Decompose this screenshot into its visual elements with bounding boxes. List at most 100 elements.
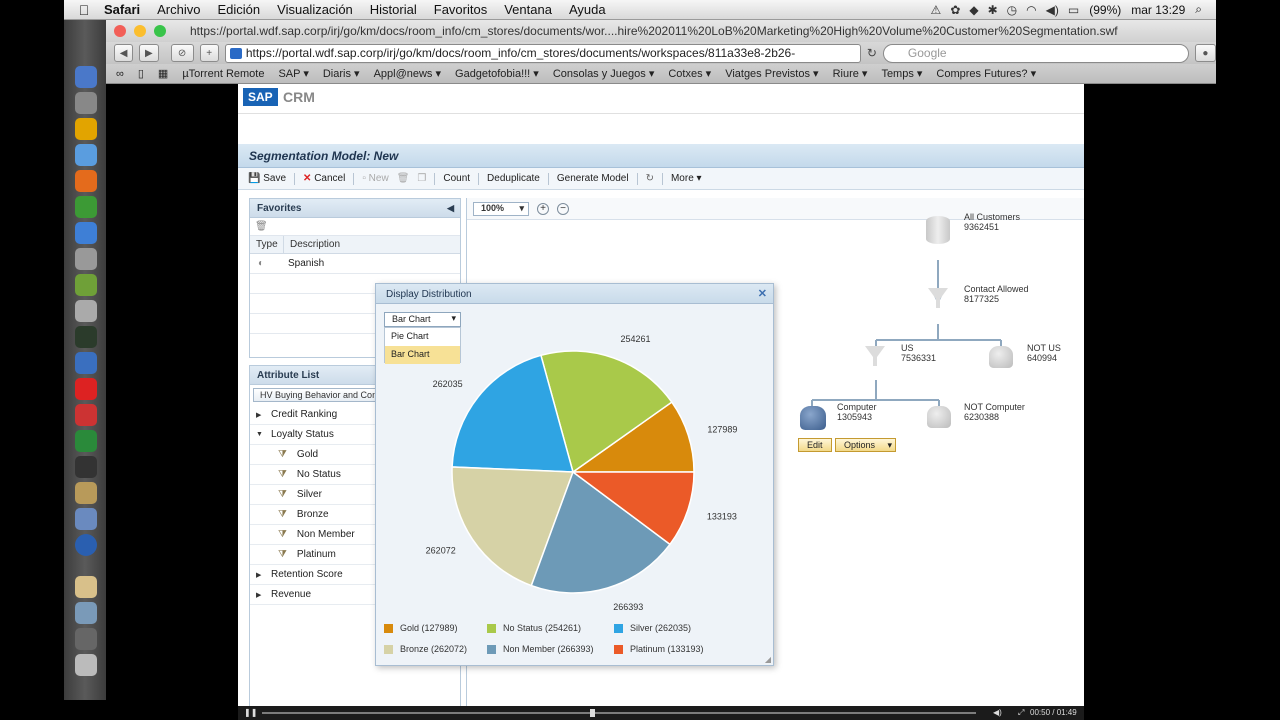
finder-dock-icon[interactable] bbox=[75, 66, 97, 88]
volume-icon[interactable]: ◀) bbox=[993, 708, 1002, 717]
people-icon[interactable] bbox=[989, 346, 1013, 368]
apple-menu-icon[interactable]:  bbox=[64, 2, 104, 18]
count-button[interactable]: Count bbox=[443, 173, 470, 184]
minimize-window-button[interactable] bbox=[134, 25, 146, 37]
bookmark-applenews[interactable]: Appl@news ▾ bbox=[374, 67, 441, 80]
video-progress-knob[interactable] bbox=[590, 709, 596, 717]
database-icon[interactable] bbox=[926, 216, 950, 244]
node-us[interactable]: US 7536331 bbox=[901, 343, 936, 363]
zoom-in-icon[interactable]: + bbox=[537, 202, 549, 215]
zoom-select[interactable]: 100% bbox=[473, 201, 529, 216]
trash-icon[interactable] bbox=[75, 654, 97, 676]
menu-clock[interactable]: mar 13:29 bbox=[1131, 3, 1185, 17]
preview-dock-icon[interactable] bbox=[75, 508, 97, 530]
deduplicate-button[interactable]: Deduplicate bbox=[487, 173, 540, 184]
edit-button[interactable]: Edit bbox=[798, 438, 832, 452]
volume-icon[interactable]: ◀) bbox=[1046, 3, 1059, 17]
menu-app-safari[interactable]: Safari bbox=[104, 2, 140, 17]
warning-icon[interactable]: ⚠ bbox=[931, 3, 942, 17]
add-bookmark-button[interactable]: + bbox=[199, 44, 219, 62]
node-all-customers[interactable]: All Customers 9362451 bbox=[964, 212, 1020, 232]
play-pause-button[interactable]: ❚❚ bbox=[244, 708, 257, 717]
address-bar[interactable]: https://portal.wdf.sap.corp/irj/go/km/do… bbox=[224, 43, 861, 63]
launchpad-dock-icon[interactable] bbox=[75, 92, 97, 114]
save-button[interactable]: 💾 Save bbox=[248, 173, 286, 184]
resize-grip-icon[interactable]: ◢ bbox=[765, 655, 771, 664]
paw-icon[interactable]: ✿ bbox=[950, 3, 960, 17]
menu-historial[interactable]: Historial bbox=[370, 2, 417, 17]
top-sites-icon[interactable]: ▦ bbox=[158, 67, 168, 80]
search-field[interactable]: Google bbox=[882, 43, 1189, 63]
new-button[interactable]: ▫ New bbox=[362, 173, 388, 184]
col-type[interactable]: Type bbox=[250, 236, 284, 253]
people-icon-selected[interactable] bbox=[800, 406, 826, 430]
snapback-icon[interactable]: ⊘ bbox=[170, 44, 194, 62]
video-progress-track[interactable] bbox=[262, 712, 976, 714]
node-contact-allowed[interactable]: Contact Allowed 8177325 bbox=[964, 284, 1029, 304]
options-button[interactable]: Options ▾ bbox=[835, 438, 897, 452]
menu-archivo[interactable]: Archivo bbox=[157, 2, 200, 17]
disk-utility-dock-icon[interactable] bbox=[75, 300, 97, 322]
network-dock-icon[interactable] bbox=[75, 534, 97, 556]
legend-bronze[interactable]: Bronze (262072) bbox=[384, 644, 467, 654]
node-not-us[interactable]: NOT US 640994 bbox=[1027, 343, 1061, 363]
reading-list-icon[interactable]: ∞ bbox=[116, 68, 124, 80]
keychain-dock-icon[interactable] bbox=[75, 482, 97, 504]
legend-gold[interactable]: Gold (127989) bbox=[384, 623, 458, 633]
close-window-button[interactable] bbox=[114, 25, 126, 37]
bookmark-utorrent[interactable]: µTorrent Remote bbox=[182, 68, 264, 80]
bookmark-viatges[interactable]: Viatges Previstos ▾ bbox=[725, 67, 818, 80]
node-computer[interactable]: Computer 1305943 bbox=[837, 402, 877, 422]
documents-stack-icon[interactable] bbox=[75, 576, 97, 598]
applications-stack-icon[interactable] bbox=[75, 628, 97, 650]
col-description[interactable]: Description bbox=[284, 236, 346, 253]
legend-non-member[interactable]: Non Member (266393) bbox=[487, 644, 594, 654]
zoom-out-icon[interactable]: − bbox=[557, 202, 569, 215]
cancel-button[interactable]: ✕ Cancel bbox=[303, 173, 345, 184]
bookmark-cotxes[interactable]: Cotxes ▾ bbox=[668, 67, 711, 80]
zoom-window-button[interactable] bbox=[154, 25, 166, 37]
dvd-player-dock-icon[interactable] bbox=[75, 456, 97, 478]
bookmark-gadgetofobia[interactable]: Gadgetofobia!!! ▾ bbox=[455, 67, 539, 80]
menu-favoritos[interactable]: Favoritos bbox=[434, 2, 487, 17]
menu-visualizacion[interactable]: Visualización bbox=[277, 2, 353, 17]
bookmark-riure[interactable]: Riure ▾ bbox=[833, 67, 868, 80]
bluetooth-icon[interactable]: ✱ bbox=[988, 3, 998, 17]
node-not-computer[interactable]: NOT Computer 6230388 bbox=[964, 402, 1025, 422]
table-row[interactable]: ◐ Spanish bbox=[250, 254, 460, 274]
back-button[interactable]: ◀ bbox=[114, 44, 134, 62]
refresh-icon[interactable]: ↻ bbox=[646, 173, 654, 184]
menu-ayuda[interactable]: Ayuda bbox=[569, 2, 606, 17]
excel-dock-icon[interactable] bbox=[75, 430, 97, 452]
wifi-icon[interactable]: ◠ bbox=[1026, 3, 1036, 17]
spotlight-search-icon[interactable]: ⌕ bbox=[1195, 2, 1202, 17]
system-prefs-dock-icon[interactable] bbox=[75, 248, 97, 270]
collapse-left-icon[interactable]: ◀ bbox=[447, 203, 454, 214]
bookmark-consolas[interactable]: Consolas y Juegos ▾ bbox=[553, 67, 655, 80]
close-icon[interactable]: ✕ bbox=[758, 287, 767, 300]
calendar-dock-icon[interactable] bbox=[75, 352, 97, 374]
trash-icon[interactable]: 🗑 bbox=[255, 221, 268, 232]
legend-silver[interactable]: Silver (262035) bbox=[614, 623, 691, 633]
bookmark-compres[interactable]: Compres Futures? ▾ bbox=[936, 67, 1036, 80]
bookmarks-book-icon[interactable]: ▯ bbox=[138, 67, 144, 80]
battery-icon[interactable]: ▭ bbox=[1068, 3, 1079, 17]
menu-edicion[interactable]: Edición bbox=[218, 2, 261, 17]
bookmark-temps[interactable]: Temps ▾ bbox=[881, 67, 922, 80]
legend-platinum[interactable]: Platinum (133193) bbox=[614, 644, 704, 654]
activity-monitor-dock-icon[interactable] bbox=[75, 326, 97, 348]
firefox-dock-icon[interactable] bbox=[75, 170, 97, 192]
forward-button[interactable]: ▶ bbox=[139, 44, 159, 62]
bookmark-sap[interactable]: SAP ▾ bbox=[278, 67, 308, 80]
maps-dock-icon[interactable] bbox=[75, 274, 97, 296]
clock-sync-icon[interactable]: ◷ bbox=[1007, 3, 1017, 17]
opera-dock-icon[interactable] bbox=[75, 118, 97, 140]
reload-icon[interactable]: ↻ bbox=[867, 46, 877, 60]
copy-icon[interactable]: ❐ bbox=[417, 173, 426, 184]
downloads-stack-icon[interactable] bbox=[75, 602, 97, 624]
fullscreen-icon[interactable]: ⤢ bbox=[1018, 708, 1024, 718]
utorrent-dock-icon[interactable] bbox=[75, 196, 97, 218]
generate-model-button[interactable]: Generate Model bbox=[557, 173, 629, 184]
menu-ventana[interactable]: Ventana bbox=[504, 2, 552, 17]
dropbox-icon[interactable]: ◆ bbox=[969, 3, 978, 17]
